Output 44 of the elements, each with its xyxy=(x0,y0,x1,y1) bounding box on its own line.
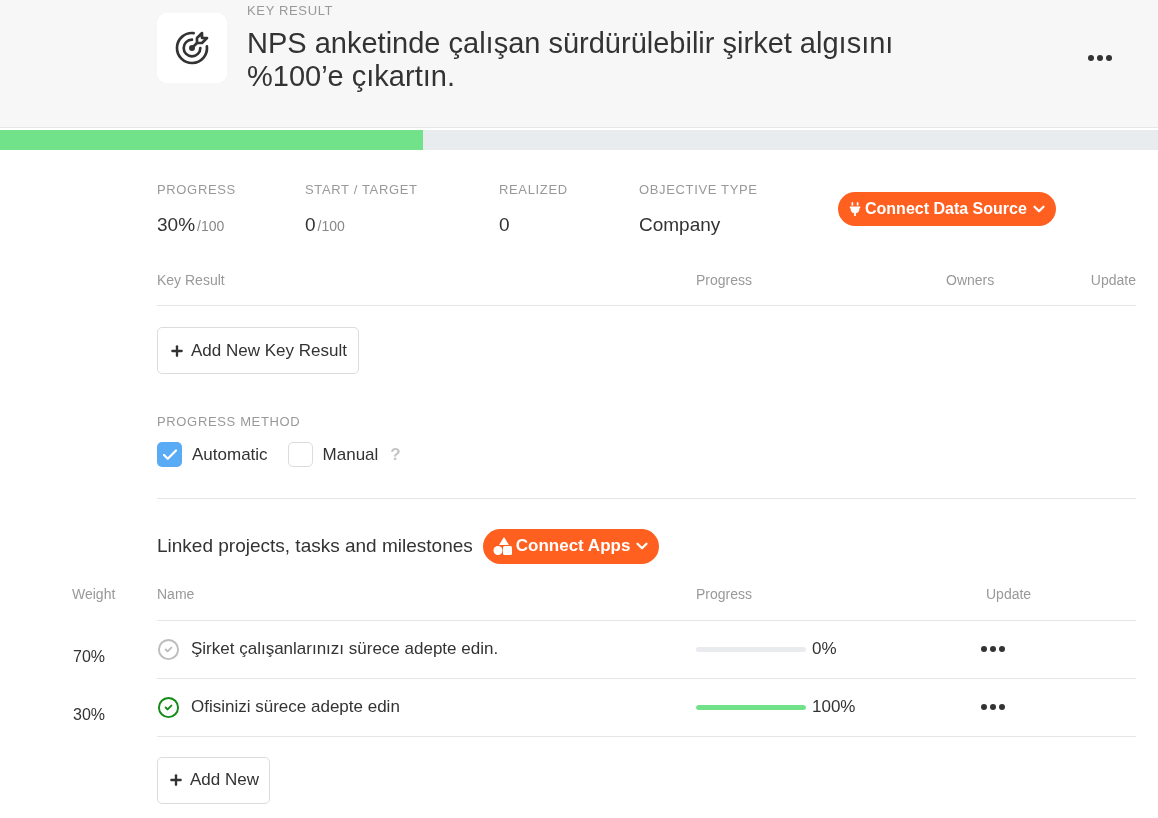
more-icon[interactable] xyxy=(1088,55,1112,61)
eyebrow-label: KEY RESULT xyxy=(247,3,335,19)
stat-value: 0 xyxy=(305,213,316,237)
stat-suffix: /100 xyxy=(317,217,345,236)
stat-value: Company xyxy=(639,213,721,237)
stat-suffix: /100 xyxy=(197,217,225,236)
checkbox-label: Automatic xyxy=(192,444,268,466)
column-header: Key Result xyxy=(157,271,225,289)
target-icon xyxy=(157,13,227,83)
column-header: Weight xyxy=(72,584,116,603)
task-name[interactable]: Ofisinizi sürece adepte edin xyxy=(191,694,400,720)
more-icon[interactable] xyxy=(981,646,1005,652)
weight-cell-text: 30% xyxy=(73,704,106,725)
column-header: Owners xyxy=(946,271,995,289)
column-header: Progress xyxy=(696,584,753,603)
checkbox-label: Manual xyxy=(322,444,379,466)
column-header: Progress xyxy=(696,271,753,289)
add-new-button[interactable]: Add New xyxy=(157,756,270,804)
plug-icon xyxy=(848,202,862,216)
plus-icon xyxy=(169,342,185,359)
stat-label: START / TARGET xyxy=(305,182,418,198)
check-circle-icon[interactable] xyxy=(157,695,180,719)
stat-label: PROGRESS xyxy=(157,182,236,198)
stat-value: 0 xyxy=(499,213,510,237)
column-header: Name xyxy=(157,584,195,603)
weight-cell-text: 70% xyxy=(73,646,106,667)
task-name[interactable]: Şirket çalışanlarınızı sürece adepte edin. xyxy=(191,636,499,662)
progress-reading: 100% xyxy=(812,696,856,719)
checkbox[interactable] xyxy=(157,442,182,468)
section-title: Linked projects, tasks and milestones xyxy=(157,533,473,558)
checkbox[interactable] xyxy=(287,442,313,468)
section-label: PROGRESS METHOD xyxy=(157,414,301,430)
stat-label: REALIZED xyxy=(499,182,568,198)
column-header: Update xyxy=(986,584,1032,603)
progress-reading: 0% xyxy=(812,638,837,661)
more-icon[interactable] xyxy=(981,704,1005,710)
shapes-icon xyxy=(492,536,513,556)
check-circle-icon[interactable] xyxy=(157,637,180,661)
column-header: Update xyxy=(1090,271,1136,289)
add-key-result-button[interactable]: Add New Key Result xyxy=(157,327,359,374)
plus-icon xyxy=(168,772,184,788)
stat-label: OBJECTIVE TYPE xyxy=(639,182,758,198)
key-result-title: NPS anketinde çalışan sürdürülebilir şirket algısını %100’e çıkartın. xyxy=(247,27,895,93)
stat-value: 30% xyxy=(157,213,196,237)
